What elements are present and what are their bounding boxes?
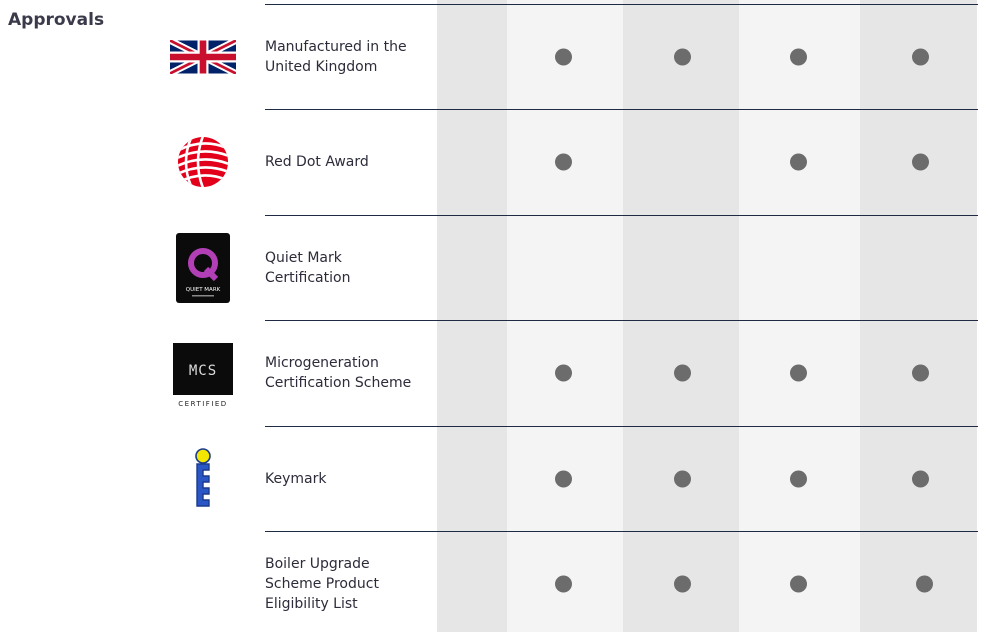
approval-row: QUIET MARK Quiet Mark Certification bbox=[0, 215, 983, 321]
quiet-mark-icon: QUIET MARK bbox=[170, 233, 236, 303]
keymark-icon bbox=[170, 448, 236, 510]
availability-dot bbox=[555, 575, 572, 593]
availability-dot bbox=[790, 364, 807, 382]
availability-dot bbox=[912, 153, 929, 171]
availability-dot bbox=[912, 470, 929, 488]
availability-dot bbox=[555, 470, 572, 488]
availability-dot bbox=[790, 153, 807, 171]
availability-dot bbox=[555, 153, 572, 171]
approval-row: MCS CERTIFIED Microgeneration Certificat… bbox=[0, 320, 983, 426]
availability-dot bbox=[912, 48, 929, 66]
uk-flag-icon bbox=[170, 40, 236, 74]
availability-dot bbox=[790, 470, 807, 488]
approval-row: Manufactured in the United Kingdom bbox=[0, 4, 983, 110]
availability-dot bbox=[916, 575, 933, 593]
svg-text:MCS: MCS bbox=[189, 363, 217, 379]
approval-label: Manufactured in the United Kingdom bbox=[265, 39, 407, 75]
svg-text:CERTIFIED: CERTIFIED bbox=[178, 400, 227, 408]
availability-dot bbox=[790, 575, 807, 593]
approval-label: Boiler Upgrade Scheme Product Eligibilit… bbox=[265, 556, 379, 612]
approval-label: Microgeneration Certification Scheme bbox=[265, 355, 412, 391]
approval-row: Red Dot Award bbox=[0, 109, 983, 215]
availability-dot bbox=[912, 364, 929, 382]
svg-text:QUIET MARK: QUIET MARK bbox=[186, 287, 221, 293]
availability-dot bbox=[555, 364, 572, 382]
availability-dot bbox=[674, 48, 691, 66]
availability-dot bbox=[674, 364, 691, 382]
approval-label: Quiet Mark Certification bbox=[265, 250, 351, 286]
approval-row: Keymark bbox=[0, 426, 983, 532]
red-dot-award-icon bbox=[170, 136, 236, 188]
approval-label: Keymark bbox=[265, 471, 327, 487]
approval-row: Boiler Upgrade Scheme Product Eligibilit… bbox=[0, 531, 983, 632]
approval-label: Red Dot Award bbox=[265, 154, 369, 170]
availability-dot bbox=[555, 48, 572, 66]
availability-dot bbox=[790, 48, 807, 66]
mcs-certified-icon: MCS CERTIFIED bbox=[170, 337, 236, 409]
availability-dot bbox=[674, 470, 691, 488]
availability-dot bbox=[674, 575, 691, 593]
